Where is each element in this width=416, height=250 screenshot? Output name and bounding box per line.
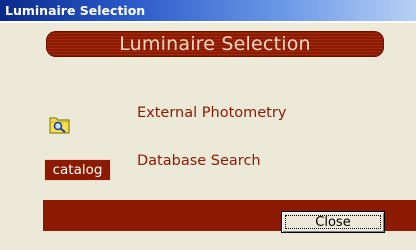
external-photometry-label[interactable]: External Photometry	[137, 105, 286, 121]
folder-search-icon[interactable]	[49, 115, 71, 135]
folder-search-icon-svg	[49, 117, 70, 134]
catalog-button[interactable]: catalog	[44, 159, 111, 181]
title-bar[interactable]: Luminaire Selection	[0, 0, 416, 22]
banner-title: Luminaire Selection	[119, 33, 311, 55]
window-title: Luminaire Selection	[5, 3, 146, 18]
database-search-label[interactable]: Database Search	[137, 153, 261, 169]
close-button[interactable]: Close	[281, 211, 385, 233]
banner: Luminaire Selection	[46, 31, 384, 57]
focus-indicator	[285, 215, 381, 229]
